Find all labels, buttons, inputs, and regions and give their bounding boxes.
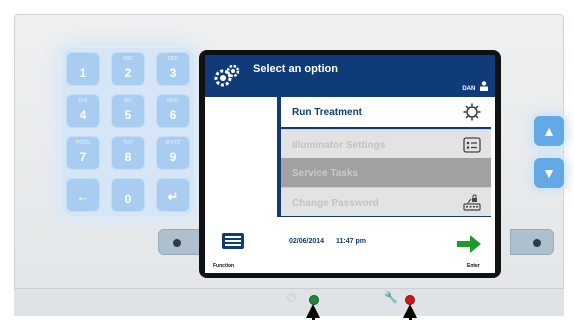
scroll-up-button[interactable]: ▲ [534, 116, 564, 146]
function-label: Function [213, 263, 235, 269]
menu-item-label: Illuminator Settings [292, 140, 386, 151]
key-2[interactable]: ABC 2 [111, 52, 145, 86]
menu-item-label: Run Treatment [292, 107, 363, 118]
key-7-label: 7 [79, 150, 87, 164]
key-8[interactable]: TUV 8 [111, 136, 145, 170]
key-2-letters: ABC [122, 56, 134, 62]
key-1-label: 1 [79, 66, 87, 80]
key-2-label: 2 [124, 66, 132, 80]
key-3-label: 3 [169, 66, 177, 80]
time-text: 11:47 pm [336, 238, 366, 245]
key-3[interactable]: DEF 3 [156, 52, 190, 86]
enter-softkey[interactable] [510, 229, 554, 255]
up-arrow-icon: ▲ [542, 123, 556, 139]
key-4-label: 4 [79, 108, 87, 122]
key-1[interactable]: 1 [66, 52, 100, 86]
key-0[interactable]: 0 [111, 178, 145, 212]
key-0-label: 0 [124, 192, 132, 206]
pointer-arrow-stem [312, 316, 315, 320]
wrench-icon: 🔧 [384, 292, 398, 304]
user-name: DAN [462, 86, 476, 92]
key-7[interactable]: PQRS 7 [66, 136, 100, 170]
gear-icon [214, 64, 240, 87]
datetime: 02/06/2014 11:47 pm [289, 238, 376, 245]
options-menu: Run Treatment Illuminator Settings Servi… [277, 95, 491, 217]
softkey-dot [533, 239, 541, 247]
key-4-letters: GHI [78, 98, 88, 104]
user-icon [480, 81, 488, 91]
key-8-letters: TUV [123, 140, 133, 146]
menu-item-change-password[interactable]: Change Password [281, 187, 491, 216]
enter-label: Enter [467, 263, 480, 269]
key-4[interactable]: GHI 4 [66, 94, 100, 128]
pointer-arrow-stem [409, 316, 412, 320]
key-5[interactable]: JKL 5 [111, 94, 145, 128]
key-3-letters: DEF [168, 56, 178, 62]
keypad: 1 ABC 2 DEF 3 GHI 4 JKL 5 MNO 6 PQRS 7 T… [62, 48, 194, 216]
key-9-letters: WXYZ [165, 140, 181, 146]
key-6[interactable]: MNO 6 [156, 94, 190, 128]
sun-icon [463, 103, 481, 121]
screen: Select an option DAN Run Treatment Illum… [205, 55, 495, 273]
screen-title: Select an option [253, 63, 338, 75]
down-arrow-icon: ▼ [542, 165, 556, 181]
keypad-enter-key[interactable]: ↵ [156, 178, 190, 212]
menu-item-run-treatment[interactable]: Run Treatment [281, 97, 491, 127]
key-5-label: 5 [124, 108, 132, 122]
key-9[interactable]: WXYZ 9 [156, 136, 190, 170]
power-icon: ⏻ [287, 292, 296, 304]
softkey-dot [173, 239, 181, 247]
settings-list-icon [463, 137, 481, 153]
menu-item-label: Service Tasks [292, 168, 358, 179]
menu-item-label: Change Password [292, 198, 379, 209]
password-keyboard-icon [463, 194, 481, 211]
title-bar: Select an option DAN [205, 55, 495, 97]
key-7-letters: PQRS [75, 140, 91, 146]
date-text: 02/06/2014 [289, 238, 325, 245]
menu-item-service-tasks[interactable]: Service Tasks [281, 158, 491, 188]
key-5-letters: JKL [123, 98, 133, 104]
function-keyboard-icon[interactable] [221, 232, 245, 250]
key-6-letters: MNO [167, 98, 179, 104]
scroll-down-button[interactable]: ▼ [534, 158, 564, 188]
enter-arrow-icon[interactable] [455, 233, 483, 255]
backspace-key[interactable]: ← [66, 178, 100, 212]
key-9-label: 9 [169, 150, 177, 164]
backspace-arrow-icon: ← [76, 189, 90, 204]
menu-item-illuminator-settings[interactable]: Illuminator Settings [281, 129, 491, 159]
key-8-label: 8 [124, 150, 132, 164]
user-indicator: DAN [462, 81, 489, 92]
enter-arrow-icon: ↵ [167, 189, 179, 204]
key-6-label: 6 [169, 108, 177, 122]
